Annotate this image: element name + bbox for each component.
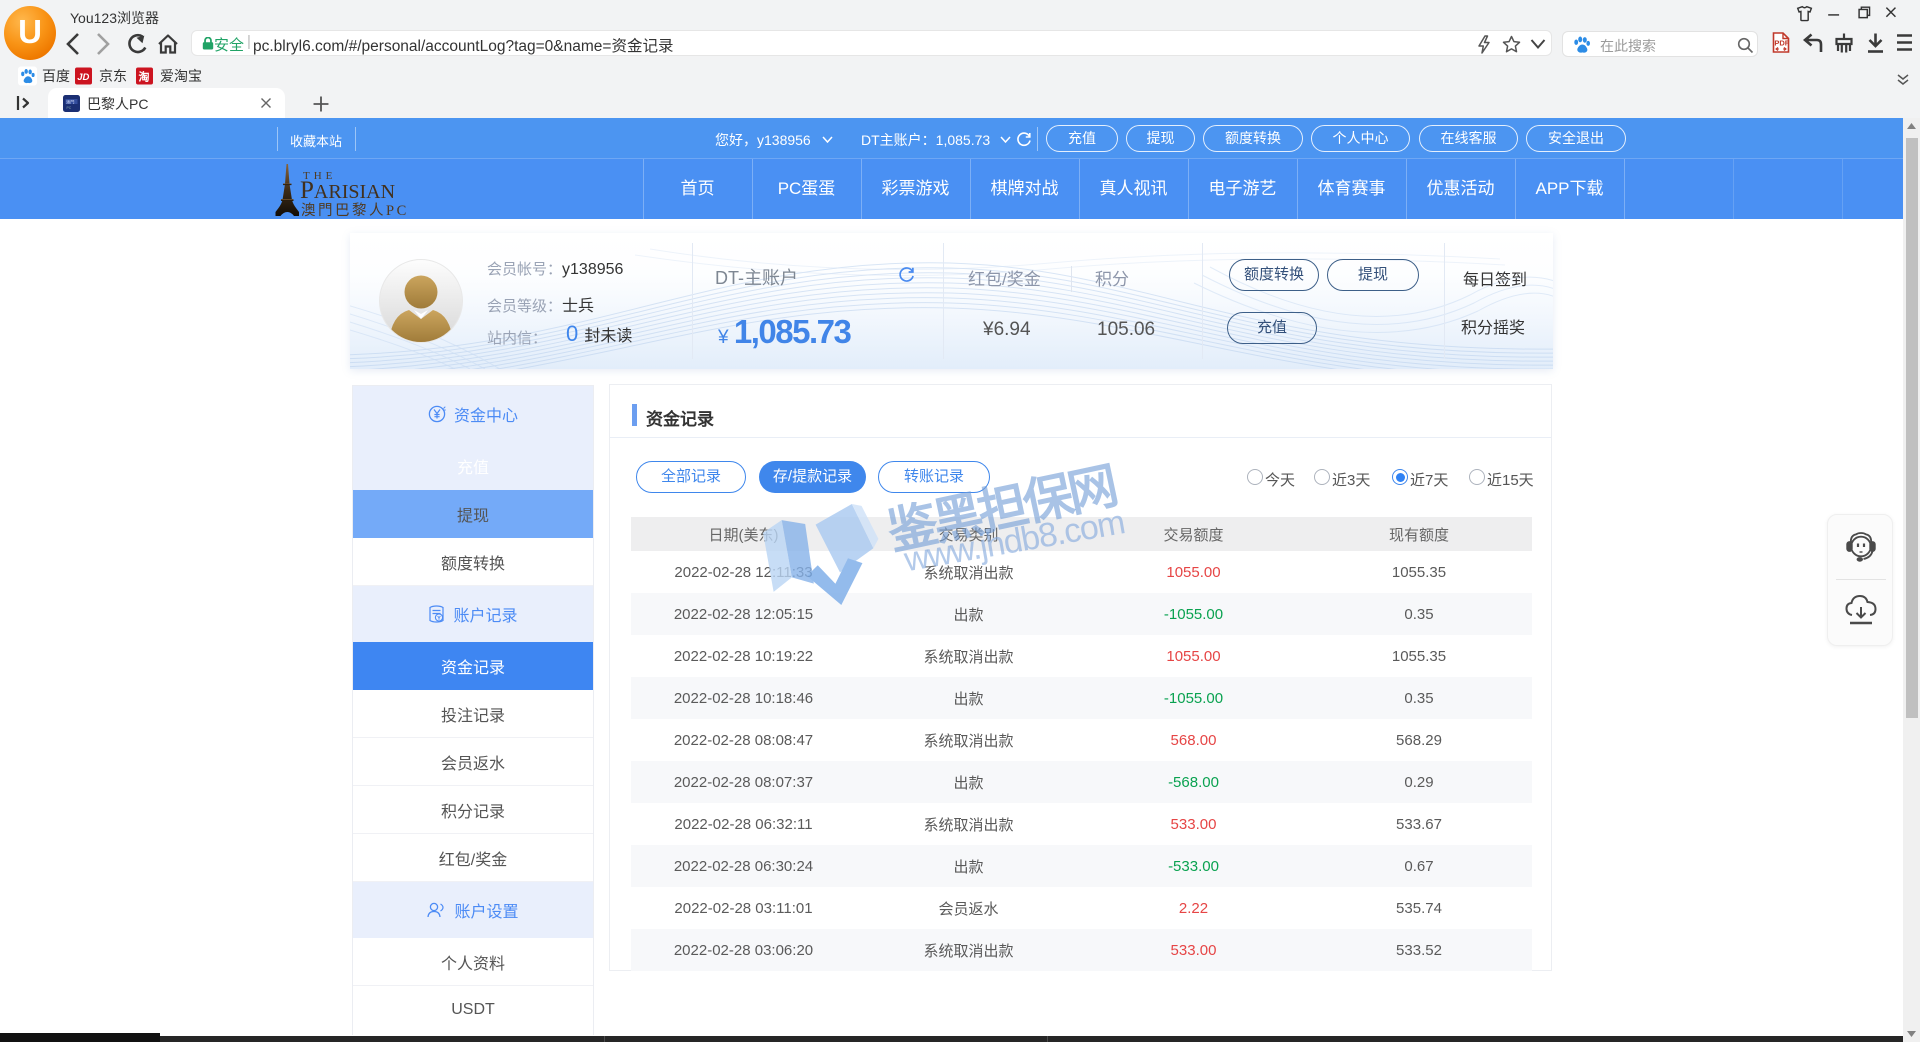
svg-text:PC: PC xyxy=(67,106,72,110)
svg-text:澳門: 澳門 xyxy=(66,99,74,106)
svg-text:PDF: PDF xyxy=(1774,39,1789,48)
svg-text:淘: 淘 xyxy=(139,70,150,84)
svg-text:澳門巴黎人PC: 澳門巴黎人PC xyxy=(301,202,409,219)
svg-text:JD: JD xyxy=(77,72,89,83)
svg-text:PARISIAN: PARISIAN xyxy=(300,177,395,204)
